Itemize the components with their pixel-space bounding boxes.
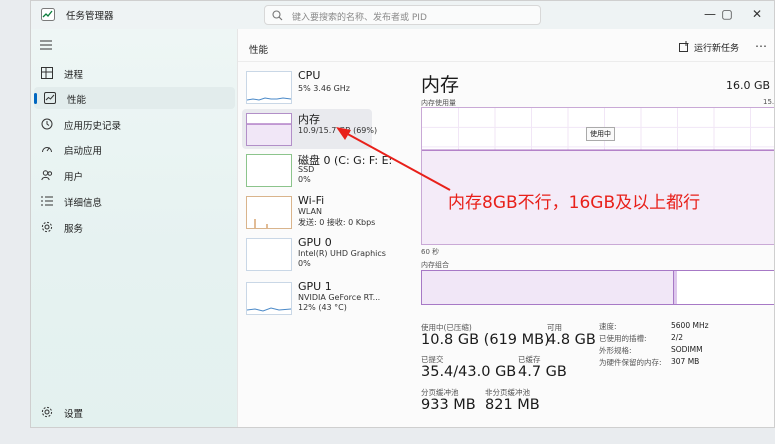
annotation-text: 内存8GB不行，16GB及以上都行 bbox=[448, 193, 701, 213]
annotation-arrow bbox=[336, 127, 451, 191]
